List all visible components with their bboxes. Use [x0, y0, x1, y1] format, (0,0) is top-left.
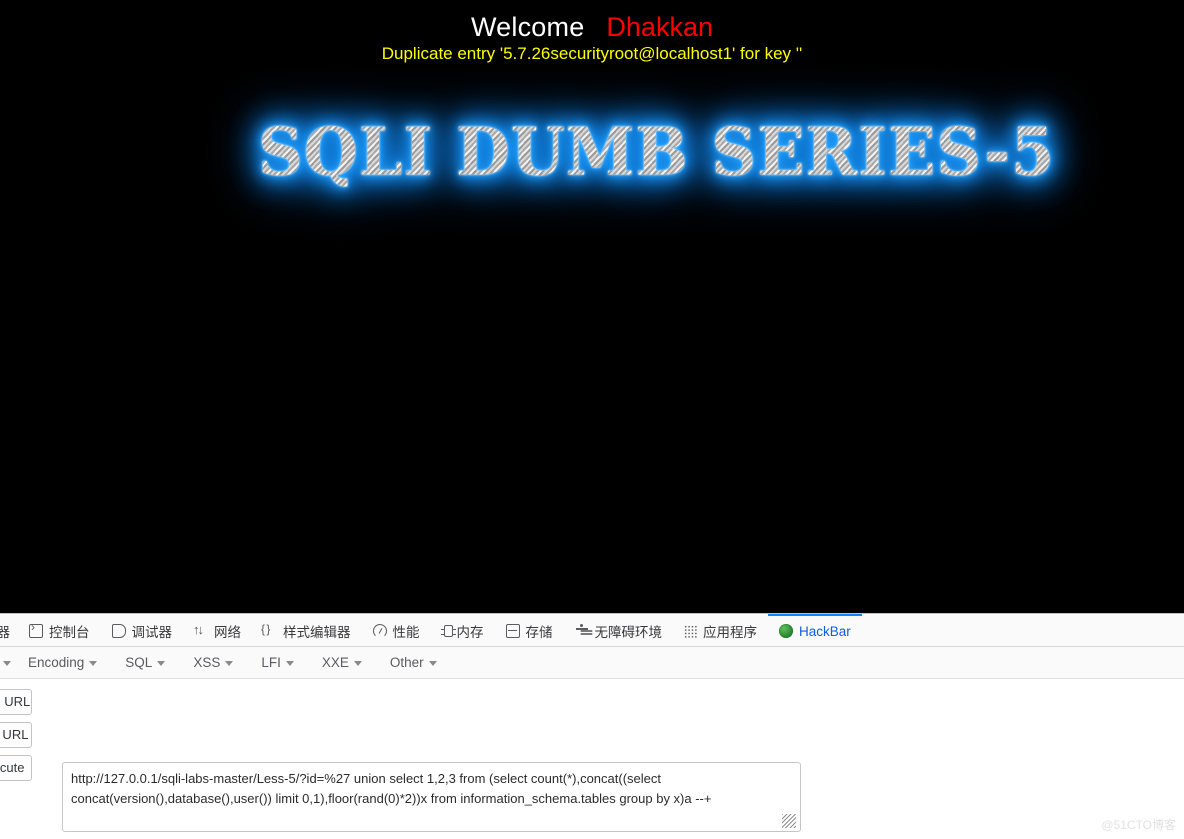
hackbar-menu-lfi[interactable]: LFI — [247, 655, 308, 670]
tab-storage[interactable]: 存储 — [495, 614, 564, 646]
tab-network[interactable]: 网络 — [183, 614, 252, 646]
hackbar-menu-sql[interactable]: SQL — [111, 655, 179, 670]
tab-performance[interactable]: 性能 — [362, 614, 431, 646]
chevron-down-icon — [225, 661, 234, 666]
welcome-username: Dhakkan — [606, 12, 713, 42]
tab-hackbar-label: HackBar — [799, 623, 851, 639]
network-icon — [193, 622, 208, 638]
hackbar-menubar: Encoding SQL XSS LFI XXE Other — [0, 647, 1184, 679]
hackbar-globe-icon — [779, 624, 793, 638]
storage-icon — [505, 624, 520, 638]
console-icon — [29, 620, 43, 638]
tab-debugger[interactable]: 调试器 — [101, 614, 184, 646]
tab-network-label: 网络 — [214, 625, 241, 640]
hackbar-menu-encoding[interactable]: Encoding — [14, 655, 111, 670]
hackbar-side-buttons: Load URL Split URL Execute — [0, 689, 32, 788]
split-url-button[interactable]: Split URL — [0, 722, 32, 748]
welcome-label: Welcome — [470, 12, 585, 42]
tab-console-label: 控制台 — [49, 625, 90, 640]
sqli-labs-page: Welcome Dhakkan Duplicate entry '5.7.26se… — [0, 0, 1184, 613]
devtools-panel: 器 控制台 调试器 网络 样式编辑器 性能 内存 存储 — [0, 613, 1184, 839]
logo-text: SQLI DUMB SERIES-5 — [258, 104, 1184, 201]
hackbar-menu-sql-label: SQL — [125, 655, 153, 670]
tab-hackbar[interactable]: HackBar — [768, 614, 862, 646]
hackbar-menu-xss[interactable]: XSS — [179, 655, 247, 670]
tab-inspector-label: 器 — [0, 621, 10, 641]
execute-button[interactable]: Execute — [0, 755, 32, 781]
application-icon — [684, 624, 697, 638]
chevron-down-icon — [3, 661, 11, 666]
tab-memory[interactable]: 内存 — [431, 614, 495, 646]
tab-debugger-label: 调试器 — [131, 625, 173, 640]
chevron-down-icon — [353, 661, 362, 666]
devtools-tab-strip: 器 控制台 调试器 网络 样式编辑器 性能 内存 存储 — [0, 614, 1184, 647]
sqli-dumb-series-logo: SQLI DUMB SERIES-5 — [258, 104, 1184, 204]
hackbar-menu-lfi-label: LFI — [261, 655, 281, 670]
load-url-button[interactable]: Load URL — [0, 689, 32, 715]
tab-application-label: 应用程序 — [703, 625, 757, 640]
tab-memory-label: 内存 — [456, 625, 484, 640]
chevron-down-icon — [428, 661, 437, 666]
welcome-heading: Welcome Dhakkan — [0, 12, 1184, 43]
hackbar-menu-other[interactable]: Other — [376, 655, 451, 670]
hackbar-menu-xss-label: XSS — [193, 655, 221, 670]
url-input[interactable] — [62, 762, 801, 832]
hackbar-menu-xxe[interactable]: XXE — [308, 655, 376, 670]
style-editor-icon — [261, 622, 277, 638]
performance-icon — [372, 624, 387, 638]
chevron-down-icon — [89, 661, 98, 666]
sql-error-message: Duplicate entry '5.7.26securityroot@loca… — [381, 44, 803, 63]
tab-console[interactable]: 控制台 — [18, 614, 101, 646]
tab-style-editor-label: 样式编辑器 — [283, 625, 351, 640]
watermark: @51CTO博客 — [1101, 818, 1176, 832]
accessibility-icon — [575, 624, 589, 638]
chevron-down-icon — [285, 661, 294, 666]
chevron-down-icon — [157, 661, 166, 666]
tab-application[interactable]: 应用程序 — [673, 614, 768, 646]
hackbar-menu-other-label: Other — [389, 655, 424, 670]
hackbar-menu-encoding-label: Encoding — [28, 655, 85, 670]
tab-accessibility[interactable]: 无障碍环境 — [564, 614, 674, 646]
hackbar-menu-xxe-label: XXE — [321, 655, 349, 670]
tab-inspector[interactable]: 器 — [0, 614, 18, 646]
memory-icon — [440, 625, 456, 637]
debugger-icon — [111, 624, 126, 638]
tab-accessibility-label: 无障碍环境 — [594, 625, 663, 640]
hackbar-menu-clipped[interactable] — [0, 659, 14, 666]
tab-storage-label: 存储 — [525, 625, 553, 640]
tab-performance-label: 性能 — [392, 625, 420, 640]
tab-style-editor[interactable]: 样式编辑器 — [252, 614, 362, 646]
